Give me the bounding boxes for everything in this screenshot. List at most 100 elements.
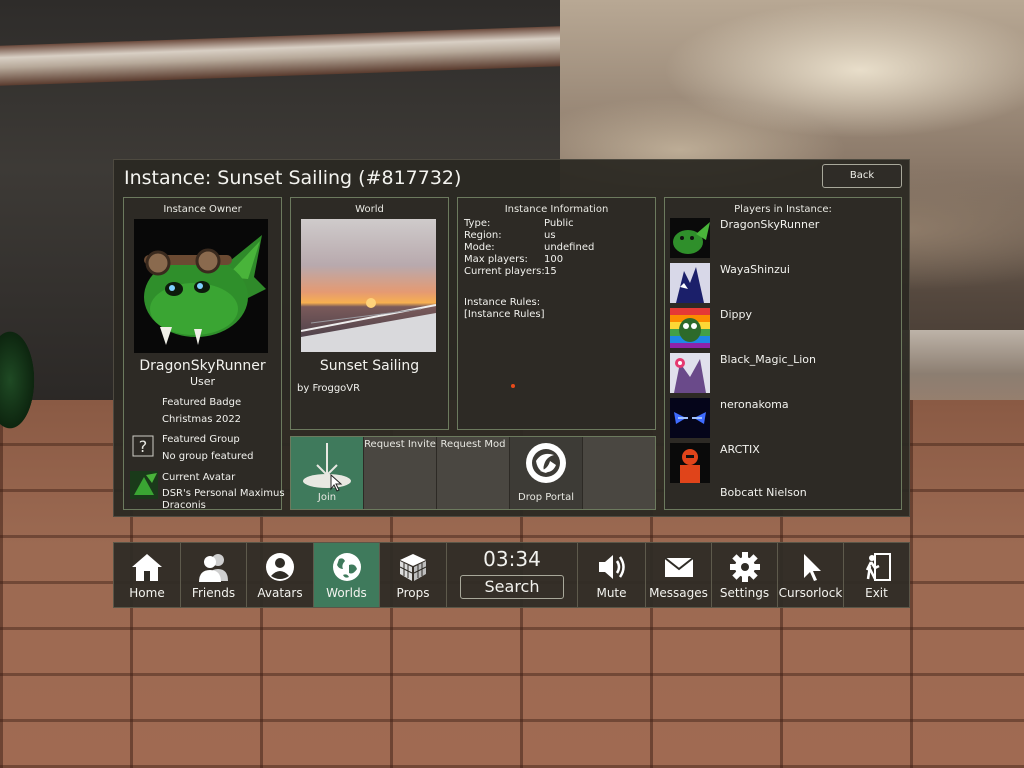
- clock-time: 03:34: [483, 547, 541, 571]
- info-key: Type:: [464, 218, 491, 229]
- drop-portal-button[interactable]: Drop Portal: [510, 437, 583, 509]
- gear-icon: [729, 552, 760, 582]
- speaker-icon: [598, 555, 625, 579]
- instance-actions: Join Request Invite Request Mod Drop Por…: [290, 436, 656, 510]
- info-value: us: [544, 230, 556, 241]
- instance-rules-label: Instance Rules:: [464, 297, 541, 308]
- world-author: by FroggoVR: [297, 383, 361, 394]
- player-item[interactable]: neronakoma: [670, 396, 898, 440]
- instance-info-card: Instance Information Type: Public Region:…: [457, 197, 656, 430]
- player-avatar: [670, 443, 710, 483]
- player-item[interactable]: WayaShinzui: [670, 261, 898, 305]
- friends-button[interactable]: Friends: [181, 543, 247, 607]
- player-name: DragonSkyRunner: [720, 218, 820, 231]
- cursorlock-label: Cursorlock: [778, 586, 843, 600]
- cursorlock-button[interactable]: Cursorlock: [778, 543, 844, 607]
- join-arrow-icon: [303, 443, 351, 492]
- player-name: Black_Magic_Lion: [720, 353, 816, 366]
- globe-icon: [332, 553, 361, 581]
- avatars-button[interactable]: Avatars: [247, 543, 314, 607]
- players-card: Players in Instance: DragonSkyRunner Way…: [664, 197, 902, 510]
- world-thumbnail[interactable]: [301, 219, 436, 352]
- avatar-icon: [266, 553, 294, 581]
- player-item[interactable]: Bobcatt Nielson: [670, 486, 898, 530]
- worlds-button[interactable]: Worlds: [314, 543, 380, 607]
- green-robed-avatar: [0, 320, 60, 450]
- home-button[interactable]: Home: [114, 543, 181, 607]
- envelope-icon: [663, 557, 694, 577]
- info-value: undefined: [544, 242, 595, 253]
- request-mod-label: Request Mod: [440, 439, 506, 450]
- featured-badge-label: Featured Badge: [162, 397, 242, 408]
- player-item[interactable]: Black_Magic_Lion: [670, 351, 898, 395]
- owner-card-header: Instance Owner: [163, 204, 242, 215]
- mute-button[interactable]: Mute: [578, 543, 646, 607]
- player-item[interactable]: Dippy: [670, 306, 898, 350]
- sunset-boat-icon: [301, 219, 436, 352]
- exit-label: Exit: [865, 586, 888, 600]
- question-mark-icon: ?: [132, 435, 154, 457]
- owner-name[interactable]: DragonSkyRunner: [124, 358, 281, 374]
- clock-search-area: 03:34 Search: [447, 543, 578, 607]
- info-value: 100: [544, 254, 564, 265]
- cursor-icon: [803, 554, 821, 581]
- cube-icon: [399, 554, 427, 581]
- featured-group-label: Featured Group: [162, 434, 240, 445]
- info-row-mode: Mode: undefined: [464, 242, 594, 254]
- messages-button[interactable]: Messages: [646, 543, 712, 607]
- info-key: Mode:: [464, 242, 495, 253]
- player-avatar: [670, 308, 710, 348]
- owner-profile-image[interactable]: [134, 219, 268, 353]
- info-value: 15: [544, 266, 557, 277]
- friends-icon: [198, 554, 228, 582]
- avatar-thumbnail-icon: [130, 471, 158, 499]
- current-avatar-row[interactable]: Current Avatar DSR's Personal Maximus Dr…: [130, 469, 285, 511]
- avatars-label: Avatars: [257, 586, 303, 600]
- request-invite-button[interactable]: Request Invite: [364, 437, 437, 509]
- request-invite-label: Request Invite: [364, 439, 436, 450]
- info-row-current-players: Current players:15: [464, 266, 557, 278]
- current-avatar-value-cont: Draconis: [162, 500, 206, 511]
- back-button[interactable]: Back: [822, 164, 902, 188]
- info-key: Max players:: [464, 254, 528, 265]
- instance-rules-value: [Instance Rules]: [464, 309, 545, 320]
- players-card-header: Players in Instance:: [734, 204, 832, 215]
- exit-button[interactable]: Exit: [844, 543, 909, 607]
- exit-icon: [865, 553, 891, 581]
- portal-icon: [526, 443, 566, 483]
- player-avatar: [670, 353, 710, 393]
- join-button[interactable]: Join: [291, 437, 364, 509]
- player-item[interactable]: DragonSkyRunner: [670, 216, 898, 260]
- dragon-avatar-icon: [134, 219, 268, 353]
- props-label: Props: [396, 586, 430, 600]
- world-card: World Sunset Sailing by FroggoVR: [290, 197, 449, 430]
- request-mod-button[interactable]: Request Mod: [437, 437, 510, 509]
- featured-group-row: ? Featured Group No group featured: [132, 431, 278, 467]
- player-name: neronakoma: [720, 398, 789, 411]
- info-row-region: Region: us: [464, 230, 556, 242]
- featured-group-value: No group featured: [162, 451, 254, 462]
- info-key: Current players:: [464, 266, 545, 277]
- quick-menu-bar: Home Friends Avatars Worlds Props 03:34 …: [113, 542, 910, 608]
- status-dot: [511, 384, 515, 388]
- world-card-header: World: [355, 204, 384, 215]
- search-button[interactable]: Search: [460, 575, 564, 599]
- props-button[interactable]: Props: [380, 543, 447, 607]
- instance-owner-card: Instance Owner DragonSkyRunner User Feat…: [123, 197, 285, 511]
- player-avatar: [670, 398, 710, 438]
- world-name[interactable]: Sunset Sailing: [291, 358, 448, 374]
- empty-action-slot: [583, 437, 655, 509]
- settings-button[interactable]: Settings: [712, 543, 778, 607]
- player-name: Dippy: [720, 308, 753, 321]
- info-value: Public: [544, 218, 574, 229]
- drop-portal-label: Drop Portal: [518, 492, 574, 503]
- current-avatar-label: Current Avatar: [162, 472, 236, 483]
- svg-text:?: ?: [139, 437, 148, 456]
- home-label: Home: [129, 586, 165, 600]
- join-label: Join: [317, 492, 337, 503]
- player-item[interactable]: ARCTIX: [670, 441, 898, 485]
- friends-label: Friends: [191, 586, 236, 600]
- instance-panel: Instance: Sunset Sailing (#817732) Back …: [113, 159, 910, 517]
- owner-rank: User: [189, 375, 216, 388]
- info-key: Region:: [464, 230, 502, 241]
